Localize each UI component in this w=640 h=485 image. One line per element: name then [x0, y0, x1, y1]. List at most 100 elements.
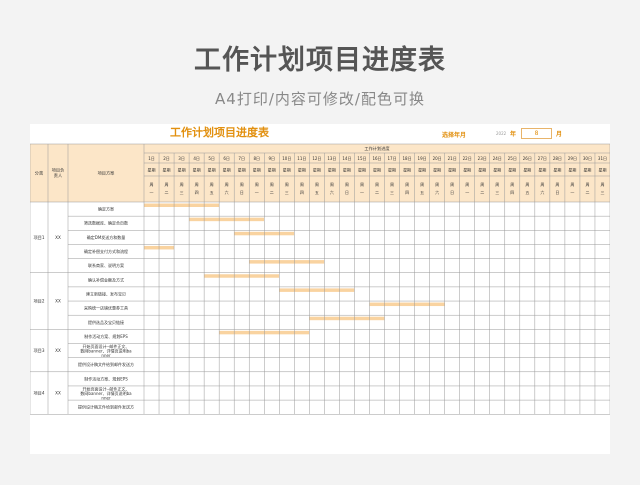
day-label: 20日 [433, 156, 442, 161]
weekday-caption: 星期 [223, 167, 231, 173]
weekday-caption: 星期 [148, 167, 156, 173]
day-label: 21日 [448, 156, 457, 161]
group-category: 项目2 [33, 299, 44, 305]
group-category: 项目4 [33, 391, 44, 397]
weekday-caption: 星期 [328, 167, 336, 173]
weekday-caption: 星期 [268, 167, 276, 173]
weekday-label: 四 [405, 190, 409, 195]
group-owner: XX [55, 235, 61, 240]
weekday-label: 一 [570, 190, 574, 195]
day-label: 11日 [297, 156, 306, 161]
weekday-caption: 星期 [448, 167, 456, 173]
group-owner: XX [55, 348, 61, 353]
weekday-label: 二 [585, 190, 589, 195]
weekday-label: 三 [600, 190, 604, 195]
task-name: 提供设计稿文件给到邮件发送方 [78, 404, 134, 410]
weekday-label: 周 [600, 181, 604, 187]
header-category: 分类 [35, 170, 44, 177]
weekday-label: 周 [240, 181, 244, 187]
weekday-label: 周 [255, 181, 259, 187]
weekday-caption: 星期 [253, 167, 261, 173]
weekday-label: 周 [585, 181, 589, 187]
task-name: 确定DM发送方和数量 [87, 234, 126, 240]
day-label: 18日 [403, 156, 412, 161]
weekday-label: 周 [480, 181, 484, 187]
task-name: 采购统一店铺优惠券工具 [84, 305, 128, 311]
group-category: 项目3 [33, 348, 44, 354]
day-label: 16日 [372, 156, 381, 161]
weekday-label: 周 [525, 181, 529, 187]
weekday-label: 四 [195, 190, 199, 195]
weekday-label: 三 [495, 190, 499, 195]
weekday-caption: 星期 [403, 167, 411, 173]
weekday-label: 五 [420, 190, 424, 195]
header-plan: 项目方案 [98, 170, 116, 177]
weekday-caption: 星期 [313, 167, 321, 173]
weekday-label: 二 [270, 190, 274, 195]
day-label: 27日 [538, 156, 547, 161]
day-label: 17日 [387, 156, 396, 161]
page-title: 工作计划项目进度表 [194, 45, 446, 76]
weekday-label: 周 [270, 181, 274, 187]
weekday-caption: 星期 [463, 167, 471, 173]
day-label: 29日 [568, 156, 577, 161]
weekday-caption: 星期 [283, 167, 291, 173]
task-name: 提供选品及宝贝链接 [88, 319, 124, 325]
weekday-caption: 星期 [493, 167, 501, 173]
gantt-bar [189, 217, 265, 222]
header-progress: 工作计划进度 [364, 145, 390, 152]
day-label: 2日 [163, 156, 170, 161]
day-label: 5日 [208, 156, 215, 161]
group-category: 项目1 [33, 235, 44, 241]
weekday-label: 四 [300, 190, 304, 195]
day-label: 12日 [312, 156, 321, 161]
weekday-caption: 星期 [583, 167, 591, 173]
weekday-label: 一 [255, 190, 259, 195]
task-name: 提供设计稿文件给到邮件发送方 [78, 361, 134, 367]
weekday-label: 四 [510, 190, 514, 195]
day-label: 6日 [223, 156, 230, 161]
task-name: 确定方案 [98, 206, 114, 212]
day-label: 3日 [178, 156, 185, 161]
weekday-caption: 星期 [373, 167, 381, 173]
day-label: 26日 [523, 156, 532, 161]
weekday-label: 六 [435, 189, 439, 195]
weekday-label: 周 [465, 181, 469, 187]
day-label: 25日 [508, 156, 517, 161]
day-label: 7日 [238, 156, 245, 161]
weekday-label: 周 [450, 181, 454, 187]
weekday-label: 三 [285, 190, 289, 195]
group-owner: XX [55, 299, 61, 304]
weekday-caption: 星期 [568, 167, 576, 173]
day-label: 28日 [553, 156, 562, 161]
weekday-label: 六 [225, 189, 229, 195]
weekday-label: 周 [210, 181, 214, 187]
day-label: 31日 [598, 156, 607, 161]
weekday-label: 五 [210, 190, 214, 195]
weekday-label: 一 [150, 190, 154, 195]
weekday-label: 五 [315, 190, 319, 195]
day-label: 23日 [478, 156, 487, 161]
weekday-label: 周 [195, 181, 199, 187]
task-name: 制作活动方案、规划EPS [84, 375, 128, 381]
weekday-label: 二 [480, 190, 484, 195]
gantt-bar [309, 316, 385, 321]
gantt-sheet: 工作计划项目进度表 选择年月 2022 年 8 月 分类 项目负 责人 项目方案 工作计… [30, 124, 610, 454]
weekday-label: 二 [165, 190, 169, 195]
weekday-caption: 星期 [433, 167, 441, 173]
gantt-bar [369, 302, 445, 307]
weekday-label: 周 [150, 181, 154, 187]
day-label: 30日 [583, 156, 592, 161]
task-name: 建立新链接、发布宝贝 [86, 290, 126, 296]
day-label: 22日 [463, 156, 472, 161]
weekday-label: 周 [300, 181, 304, 187]
weekday-caption: 星期 [523, 167, 531, 173]
weekday-label: 周 [225, 181, 229, 187]
day-label: 14日 [342, 156, 351, 161]
weekday-label: 三 [180, 190, 184, 195]
task-name: 确认补偿金额及方式 [88, 276, 124, 282]
weekday-label: 周 [165, 181, 169, 187]
weekday-caption: 星期 [163, 167, 171, 173]
weekday-label: 周 [180, 181, 184, 187]
weekday-label: 日 [555, 190, 559, 195]
